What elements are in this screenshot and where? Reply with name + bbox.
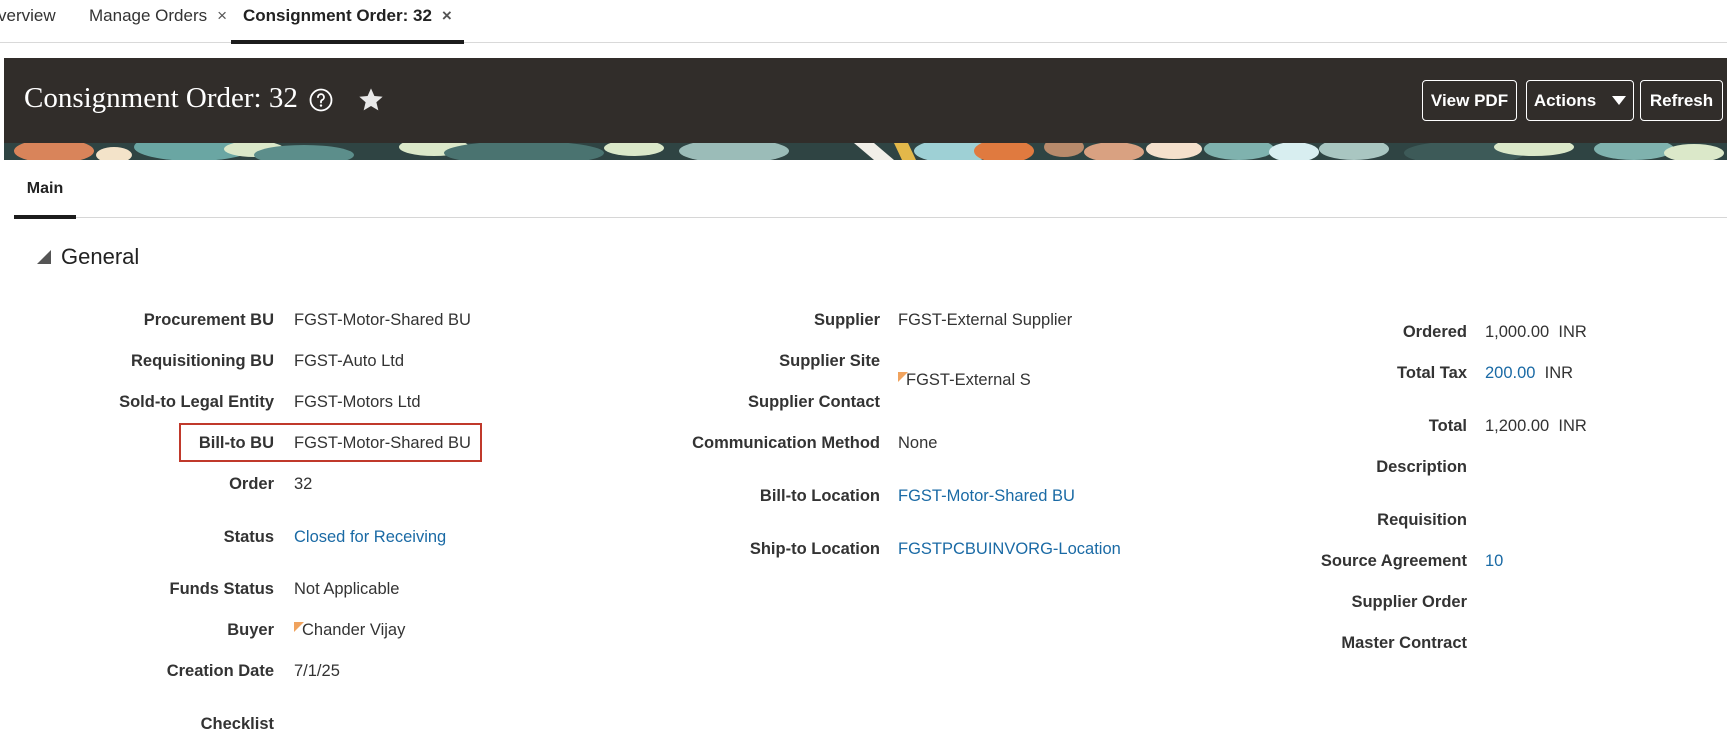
source-agreement-label: Source Agreement bbox=[1320, 552, 1467, 570]
tab-bar: verview Manage Orders × Consignment Order… bbox=[0, 0, 1727, 44]
ordered-amount: 1,000.00 bbox=[1485, 323, 1550, 341]
subtab-bar: Main bbox=[14, 160, 1727, 219]
favorite-star-icon[interactable] bbox=[356, 86, 386, 114]
total-tax-label: Total Tax bbox=[1397, 364, 1467, 382]
help-icon[interactable] bbox=[309, 88, 333, 112]
actions-button[interactable]: Actions bbox=[1526, 80, 1634, 121]
bill-to-bu-value: FGST-Motor-Shared BU bbox=[294, 434, 471, 452]
requisition-label: Requisition bbox=[1377, 511, 1467, 529]
collapse-triangle-icon[interactable] bbox=[37, 250, 51, 264]
source-agreement-link[interactable]: 10 bbox=[1485, 552, 1503, 571]
supplier-value: FGST-External Supplier bbox=[898, 311, 1073, 329]
funds-status-value: Not Applicable bbox=[294, 580, 400, 598]
page-title: Consignment Order: 32 bbox=[24, 82, 298, 114]
procurement-bu-value: FGST-Motor-Shared BU bbox=[294, 311, 471, 329]
ship-to-location-label: Ship-to Location bbox=[749, 540, 880, 558]
creation-date-label: Creation Date bbox=[166, 662, 274, 680]
funds-status-label: Funds Status bbox=[169, 580, 274, 598]
communication-method-value: None bbox=[898, 434, 938, 452]
caret-down-icon bbox=[1612, 96, 1627, 105]
master-contract-label: Master Contract bbox=[1341, 634, 1467, 652]
refresh-button[interactable]: Refresh bbox=[1640, 80, 1723, 121]
bill-to-location-label: Bill-to Location bbox=[759, 487, 880, 505]
tab-main[interactable]: Main bbox=[14, 180, 76, 219]
requisitioning-bu-label: Requisitioning BU bbox=[131, 352, 274, 370]
ordered-value: 1,000.00 INR bbox=[1485, 323, 1587, 342]
close-icon[interactable]: × bbox=[442, 6, 452, 25]
tab-manage-orders-label: Manage Orders bbox=[89, 6, 208, 25]
status-label: Status bbox=[223, 528, 274, 546]
supplier-contact-label: Supplier Contact bbox=[747, 393, 880, 411]
creation-date-value: 7/1/25 bbox=[294, 662, 340, 680]
total-label: Total bbox=[1428, 417, 1467, 435]
tab-consignment-order-label: Consignment Order: 32 bbox=[243, 6, 432, 25]
procurement-bu-label: Procurement BU bbox=[143, 311, 274, 329]
tab-overview-label: verview bbox=[0, 6, 56, 25]
bill-to-location-link[interactable]: FGST-Motor-Shared BU bbox=[898, 487, 1075, 506]
total-value: 1,200.00 INR bbox=[1485, 417, 1587, 436]
status-link[interactable]: Closed for Receiving bbox=[294, 528, 446, 547]
communication-method-label: Communication Method bbox=[692, 434, 880, 452]
order-value: 32 bbox=[294, 475, 313, 493]
tab-consignment-order[interactable]: Consignment Order: 32 × bbox=[231, 6, 464, 44]
supplier-site-label: Supplier Site bbox=[779, 352, 880, 370]
supplier-order-label: Supplier Order bbox=[1351, 593, 1467, 611]
tab-manage-orders[interactable]: Manage Orders × bbox=[89, 6, 227, 42]
supplier-label: Supplier bbox=[813, 311, 880, 329]
total-tax-link[interactable]: 200.00 bbox=[1485, 364, 1535, 382]
ordered-label: Ordered bbox=[1402, 323, 1467, 341]
sold-to-legal-entity-label: Sold-to Legal Entity bbox=[119, 393, 274, 411]
section-title: General bbox=[61, 244, 140, 269]
ship-to-location-link[interactable]: FGSTPCBUINVORG-Location bbox=[898, 540, 1121, 559]
total-amount: 1,200.00 bbox=[1485, 417, 1550, 435]
buyer-value[interactable]: Chander Vijay bbox=[294, 621, 1727, 640]
total-tax-currency: INR bbox=[1544, 364, 1574, 382]
ordered-currency: INR bbox=[1558, 323, 1587, 341]
checklist-label: Checklist bbox=[200, 715, 274, 733]
order-label: Order bbox=[229, 475, 274, 493]
close-icon[interactable]: × bbox=[217, 6, 227, 25]
page-header: Consignment Order: 32 View PDF Actions R… bbox=[4, 58, 1727, 143]
total-currency: INR bbox=[1558, 417, 1587, 435]
buyer-label: Buyer bbox=[227, 621, 274, 639]
actions-button-label: Actions bbox=[1533, 90, 1597, 110]
decorative-banner bbox=[4, 143, 1727, 160]
supplier-site-value[interactable]: FGST-External S bbox=[898, 371, 1727, 390]
bill-to-bu-label: Bill-to BU bbox=[198, 434, 274, 452]
description-label: Description bbox=[1376, 458, 1467, 476]
view-pdf-button[interactable]: View PDF bbox=[1422, 80, 1517, 121]
general-section-header[interactable]: General bbox=[37, 244, 139, 270]
total-tax-value: 200.00 INR bbox=[1485, 364, 1573, 383]
requisitioning-bu-value: FGST-Auto Ltd bbox=[294, 352, 405, 370]
tab-overview[interactable]: verview bbox=[0, 6, 56, 42]
sold-to-legal-entity-value: FGST-Motors Ltd bbox=[294, 393, 421, 411]
